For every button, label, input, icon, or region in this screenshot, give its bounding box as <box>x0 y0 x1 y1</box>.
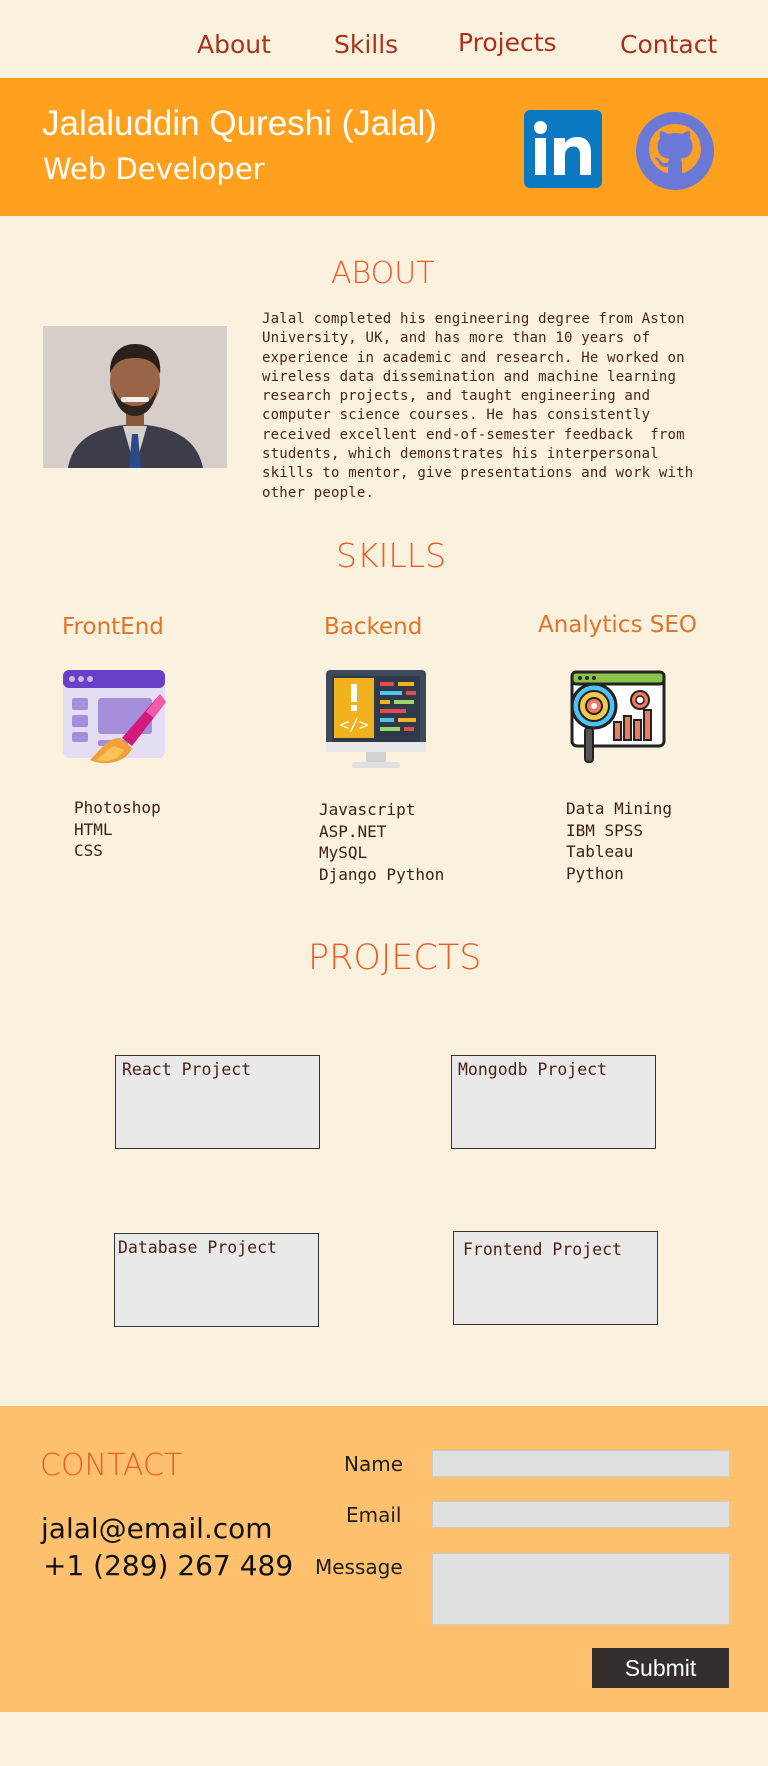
github-icon[interactable] <box>636 112 714 190</box>
project-card-frontend[interactable]: Frontend Project <box>453 1231 658 1325</box>
project-card-database[interactable]: Database Project <box>114 1233 319 1327</box>
about-heading: ABOUT <box>331 256 435 291</box>
code-monitor-icon: </> <box>324 668 428 772</box>
project-label: Database Project <box>118 1238 277 1257</box>
skill-item: Tableau <box>566 842 634 861</box>
about-line: skills to mentor, give presentations and… <box>262 465 694 482</box>
message-field[interactable] <box>432 1553 730 1625</box>
analytics-skill-list: Data Mining IBM SPSS Tableau Python <box>566 798 672 884</box>
submit-button[interactable]: Submit <box>592 1648 729 1688</box>
backend-skill-list: Javascript ASP.NET MySQL Django Python <box>319 799 444 885</box>
nav-projects-link[interactable]: Projects <box>458 28 557 57</box>
about-line: received excellent end-of-semester feedb… <box>262 426 685 443</box>
about-line: wireless data dissemination and machine … <box>262 368 677 385</box>
skill-item: CSS <box>74 841 103 860</box>
developer-role: Web Developer <box>43 152 265 186</box>
linkedin-icon[interactable] <box>524 110 602 188</box>
about-line: students, which demonstrates his interpe… <box>262 446 659 463</box>
about-line: Jalal completed his engineering degree f… <box>262 311 685 327</box>
hero-header: Jalaluddin Qureshi (Jalal) Web Developer <box>0 78 768 216</box>
project-card-mongodb[interactable]: Mongodb Project <box>451 1055 656 1149</box>
project-label: Frontend Project <box>463 1240 622 1259</box>
profile-photo <box>43 326 227 468</box>
svg-text:</>: </> <box>340 715 369 734</box>
skill-item: Data Mining <box>566 799 672 818</box>
nav-contact-link[interactable]: Contact <box>620 30 717 59</box>
skill-item: HTML <box>74 819 113 839</box>
nav-skills-link[interactable]: Skills <box>334 30 398 59</box>
skill-group-title: Backend <box>324 614 423 640</box>
message-field-label: Message <box>315 1555 403 1579</box>
skill-item: Javascript <box>319 800 416 819</box>
developer-name: Jalaluddin Qureshi (Jalal) <box>42 104 437 143</box>
about-line: other people. <box>262 484 375 501</box>
contact-phone: +1 (289) 267 489 <box>43 1549 294 1582</box>
nav-about-link[interactable]: About <box>197 30 271 59</box>
skill-item: Photoshop <box>74 798 161 817</box>
email-field[interactable] <box>432 1501 730 1528</box>
project-card-react[interactable]: React Project <box>115 1055 320 1149</box>
about-line: experience in academic and research. He … <box>262 349 685 366</box>
skill-item: MySQL <box>319 843 368 862</box>
frontend-skill-list: Photoshop HTML CSS <box>74 797 161 862</box>
about-line: University, UK, and has more than 10 yea… <box>262 330 651 347</box>
skills-heading: SKILLS <box>336 536 447 575</box>
skill-item: ASP.NET <box>319 821 387 841</box>
project-label: Mongodb Project <box>458 1060 608 1079</box>
about-line: research projects, and taught engineerin… <box>262 388 651 405</box>
skill-item: Python <box>566 863 624 883</box>
analytics-magnifier-icon <box>566 668 670 772</box>
skill-group-title: FrontEnd <box>62 614 164 640</box>
about-text: Jalal completed his engineering degree f… <box>262 310 712 503</box>
contact-email: jalal@email.com <box>41 1512 273 1545</box>
skill-item: Django Python <box>319 864 445 884</box>
projects-heading: PROJECTS <box>308 938 482 978</box>
top-nav: About Skills Projects Contact <box>0 0 768 78</box>
name-field[interactable] <box>432 1450 730 1477</box>
about-line: computer science courses. He has consist… <box>262 407 651 424</box>
skill-group-title: Analytics SEO <box>538 612 697 638</box>
project-label: React Project <box>122 1060 252 1079</box>
email-field-label: Email <box>346 1503 402 1527</box>
name-field-label: Name <box>344 1452 404 1476</box>
contact-heading: CONTACT <box>40 1448 183 1483</box>
design-brush-icon <box>62 668 166 772</box>
skill-item: IBM SPSS <box>566 820 644 840</box>
